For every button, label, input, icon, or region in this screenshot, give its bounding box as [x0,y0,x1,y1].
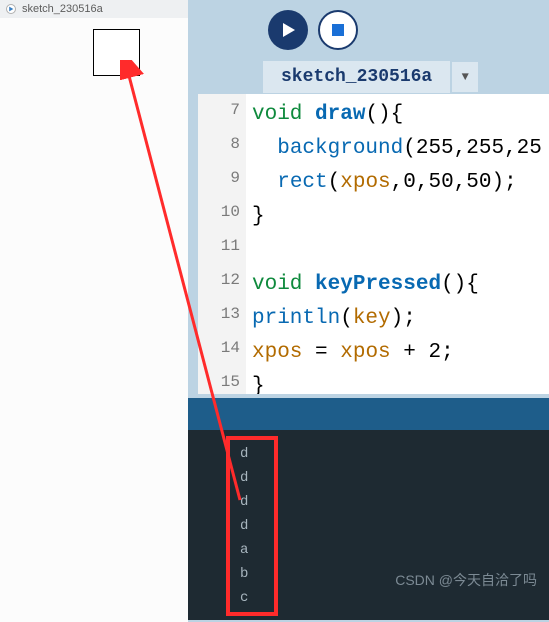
line-number: 10 [198,200,240,224]
output-window-titlebar[interactable]: sketch_230516a [0,0,188,18]
watermark-text: CSDN @今天自洽了吗 [395,570,537,590]
tab-dropdown-button[interactable]: ▼ [452,62,478,92]
console-line: d [240,492,274,512]
line-number-gutter: 7 8 9 10 11 12 13 14 15 [198,94,246,394]
toolbar [188,0,549,60]
line-number: 13 [198,302,240,326]
line-number: 12 [198,268,240,292]
console-line: d [240,444,274,464]
tab-sketch[interactable]: sketch_230516a [263,61,450,93]
console-line: a [240,540,274,560]
tab-bar: sketch_230516a ▼ [188,60,549,94]
console-line: b [240,564,274,584]
line-number: 7 [198,98,240,122]
code-text[interactable]: void draw(){ background(255,255,25 rect(… [246,94,549,394]
line-number: 14 [198,336,240,360]
output-window-title: sketch_230516a [22,3,103,15]
processing-editor-panel: sketch_230516a ▼ 7 8 9 10 11 12 13 14 15… [188,0,549,622]
console-line: d [240,516,274,536]
line-number: 8 [198,132,240,156]
run-button[interactable] [268,10,308,50]
line-number: 15 [198,370,240,394]
line-number: 9 [198,166,240,190]
console-line: d [240,468,274,488]
console-output-highlight: d d d d a b c [226,436,278,616]
processing-icon [6,4,16,14]
code-editor[interactable]: 7 8 9 10 11 12 13 14 15 void draw(){ bac… [198,94,549,394]
sketch-output-window: sketch_230516a [0,0,188,622]
line-number: 11 [198,234,240,258]
sketch-canvas-rect [93,29,140,76]
editor-footer-strip [188,398,549,430]
console-panel: d d d d a b c CSDN @今天自洽了吗 [188,430,549,620]
console-line: c [240,588,274,608]
stop-button[interactable] [318,10,358,50]
chevron-down-icon: ▼ [462,70,469,84]
